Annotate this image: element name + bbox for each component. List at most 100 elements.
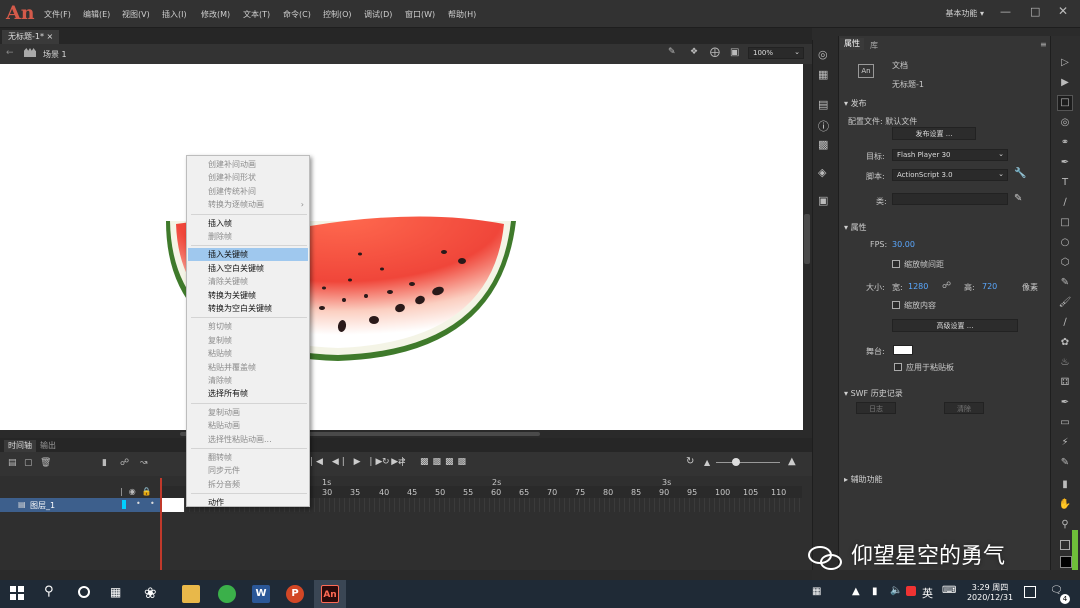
text-tool-icon[interactable]: T (1058, 176, 1072, 190)
context-menu-item[interactable]: 翻转帧 (188, 451, 308, 464)
layer-row[interactable]: ▤ 图层_1 • • (0, 498, 160, 512)
polystar-tool-icon[interactable]: ⬡ (1058, 256, 1072, 270)
tab-properties[interactable]: 属性 (840, 38, 864, 50)
fps-value[interactable]: 30.00 (892, 240, 915, 249)
camera-icon[interactable]: ▮ (102, 458, 107, 468)
center-stage-icon[interactable]: ⨁ (710, 47, 720, 58)
menu-item[interactable]: 插入(I) (162, 9, 187, 20)
brush-tool-icon[interactable]: ∕ (1058, 316, 1072, 330)
components-icon[interactable]: ◈ (818, 166, 826, 179)
context-menu-item[interactable]: 动作 (188, 496, 308, 509)
context-menu-item[interactable]: 复制帧 (188, 334, 308, 347)
volume-icon[interactable]: 🔈 (890, 585, 902, 596)
stroke-color-swatch[interactable] (1060, 540, 1070, 550)
context-menu-item[interactable]: 创建补间形状 (188, 171, 308, 184)
context-menu-item[interactable]: 删除帧 (188, 230, 308, 243)
menu-item[interactable]: 控制(O) (323, 9, 352, 20)
windows-start-icon[interactable] (10, 586, 24, 600)
zoom-select[interactable]: 100% ⌄ (748, 47, 804, 59)
timeline-zoom-handle[interactable] (732, 458, 740, 466)
menu-item[interactable]: 帮助(H) (448, 9, 476, 20)
layer-visible-dot[interactable]: • (136, 499, 141, 508)
swf-history-section-header[interactable]: ▾ SWF 历史记录 (844, 388, 903, 399)
swatches-icon[interactable]: ▦ (818, 68, 828, 81)
layer-parenting-icon[interactable]: ☍ (120, 458, 129, 468)
search-icon[interactable]: ⚲ (44, 584, 54, 599)
menu-item[interactable]: 修改(M) (201, 9, 230, 20)
context-menu-item[interactable]: 粘贴并覆盖帧 (188, 361, 308, 374)
context-menu-item[interactable]: 选择所有帧 (188, 387, 308, 400)
eyedropper-tool-icon[interactable]: ✒ (1058, 396, 1072, 410)
layer-lock-dot[interactable]: • (150, 499, 155, 508)
timeline-zoom-slider[interactable] (716, 462, 780, 463)
publish-settings-button[interactable]: 发布设置 ... (892, 127, 976, 140)
antivirus-icon[interactable] (906, 586, 916, 596)
minimize-icon[interactable]: — (1000, 5, 1014, 19)
height-value[interactable]: 720 (982, 282, 997, 291)
input-language[interactable]: 英 (922, 585, 933, 601)
powerpoint-icon[interactable]: P (286, 585, 304, 603)
cortana-icon[interactable] (78, 586, 90, 598)
align-icon[interactable]: ▤ (818, 98, 828, 111)
pencil-tool-icon[interactable]: ✎ (1058, 276, 1072, 290)
stage-canvas[interactable] (0, 64, 803, 430)
asset-warp-tool-icon[interactable]: ✎ (1058, 456, 1072, 470)
eraser-tool-icon[interactable]: ▭ (1058, 416, 1072, 430)
new-layer-icon[interactable]: ▤ (8, 458, 17, 468)
advanced-settings-button[interactable]: 高级设置 ... (892, 319, 1018, 332)
stage-color-swatch[interactable] (893, 345, 913, 355)
timeline-scrollbar[interactable] (0, 570, 812, 580)
context-menu-item[interactable]: 清除关键帧 (188, 275, 308, 288)
playback-controls[interactable]: |◀ ◀| ▶ |▶ ▶| (310, 457, 407, 467)
scale-content-checkbox[interactable] (892, 301, 900, 309)
class-input[interactable] (892, 193, 1008, 205)
playhead[interactable] (160, 478, 162, 570)
context-menu-item[interactable]: 转换为逐帧动画 › (188, 198, 308, 211)
context-menu-item[interactable]: 创建传统补间 (188, 185, 308, 198)
context-menu-item[interactable]: 同步元件 (188, 464, 308, 477)
pen-tool-icon[interactable]: ✒ (1058, 156, 1072, 170)
motion-presets-icon[interactable]: ◎ (818, 48, 828, 61)
log-button[interactable]: 日志 (856, 402, 896, 414)
paint-bucket-tool-icon[interactable]: ♨ (1058, 356, 1072, 370)
context-menu-item[interactable]: 拆分音频 (188, 478, 308, 491)
context-menu-item[interactable]: 选择性粘贴动画... (188, 433, 308, 446)
publish-section-header[interactable]: ▾ 发布 (844, 98, 867, 109)
context-menu-item[interactable]: 插入空白关键帧 (188, 262, 308, 275)
workspace-switcher[interactable]: 基本功能 ▾ (945, 8, 984, 19)
file-explorer-icon[interactable] (182, 585, 200, 603)
back-arrow-icon[interactable]: ← (6, 48, 14, 58)
camera-tool-icon[interactable]: ▮ (1058, 478, 1072, 492)
line-tool-icon[interactable]: ∕ (1058, 196, 1072, 210)
subselection-tool-icon[interactable]: ▶ (1058, 76, 1072, 90)
target-select[interactable]: Flash Player 30 ⌄ (892, 149, 1008, 161)
3d-rotation-tool-icon[interactable]: ◎ (1058, 116, 1072, 130)
animate-icon[interactable]: An (321, 585, 339, 603)
close-window-icon[interactable]: ✕ (1058, 4, 1072, 18)
center-frame-icon[interactable]: ↻ (686, 456, 694, 467)
menu-item[interactable]: 窗口(W) (405, 9, 435, 20)
apply-pasteboard-checkbox[interactable] (894, 363, 902, 371)
chat-icon[interactable] (1024, 586, 1036, 598)
panel-menu-icon[interactable]: ≡ (1040, 40, 1047, 49)
link-icon[interactable]: ☍ (942, 281, 951, 291)
tab-output[interactable]: 输出 (40, 440, 56, 451)
edit-symbol-icon[interactable]: ❖ (690, 47, 698, 57)
accessibility-section-header[interactable]: ▸ 辅助功能 (844, 474, 883, 485)
app-pinwheel-icon[interactable]: ❀ (144, 584, 157, 602)
wrench-icon[interactable]: 🔧 (1014, 168, 1026, 179)
context-menu-item[interactable]: 粘贴帧 (188, 347, 308, 360)
menu-item[interactable]: 文本(T) (243, 9, 270, 20)
stage-vertical-scroll-thumb[interactable] (804, 214, 810, 264)
clear-button[interactable]: 清除 (944, 402, 984, 414)
delete-layer-icon[interactable]: 🗑 (40, 458, 51, 468)
scale-frames-checkbox[interactable] (892, 260, 900, 268)
keyframe-span[interactable] (162, 498, 184, 512)
edit-class-icon[interactable]: ✎ (1014, 193, 1022, 204)
graph-icon[interactable]: ↝ (140, 458, 148, 468)
menu-item[interactable]: 编辑(E) (83, 9, 110, 20)
paint-brush-tool-icon[interactable]: 🖌 (1058, 296, 1072, 310)
battery-icon[interactable]: ▮ (872, 586, 878, 597)
clip-content-icon[interactable]: ▣ (730, 47, 739, 58)
context-menu-item[interactable]: 剪切帧 (188, 320, 308, 333)
